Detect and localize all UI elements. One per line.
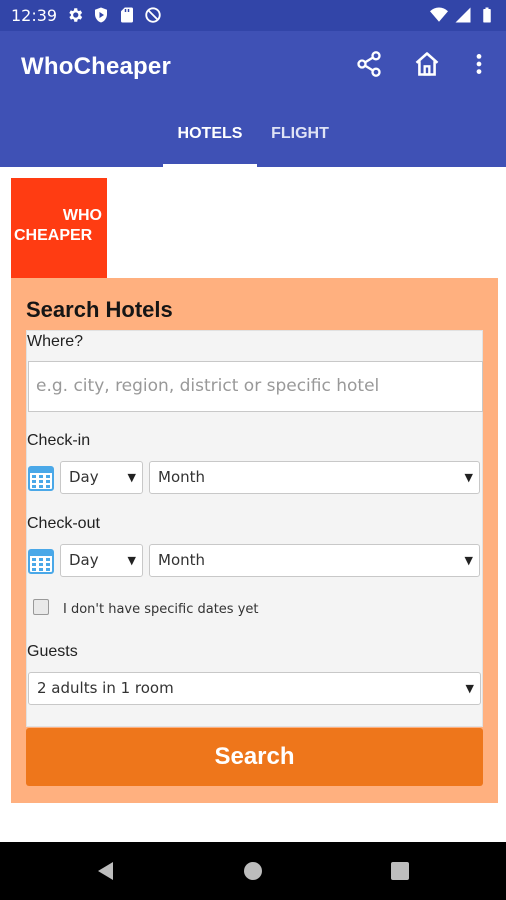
whocheaper-logo: WHO CHEAPER bbox=[11, 178, 107, 278]
battery-icon bbox=[483, 7, 491, 23]
signal-icon bbox=[455, 7, 471, 23]
search-form: Where? e.g. city, region, district or sp… bbox=[26, 330, 483, 727]
calendar-icon[interactable] bbox=[28, 546, 54, 574]
no-dates-label: I don't have specific dates yet bbox=[63, 602, 259, 617]
app-bar: WhoCheaper HOTELS FLIGHT bbox=[0, 31, 506, 167]
logo-line-2: CHEAPER bbox=[14, 227, 93, 244]
back-icon[interactable] bbox=[96, 861, 116, 881]
tab-flight[interactable]: FLIGHT bbox=[263, 119, 337, 167]
home-icon[interactable] bbox=[413, 50, 441, 78]
gear-icon bbox=[69, 8, 83, 22]
play-protect-icon bbox=[95, 7, 107, 23]
checkin-day-value: Day bbox=[69, 468, 99, 486]
wifi-icon bbox=[430, 7, 448, 22]
status-time: 12:39 bbox=[11, 6, 58, 25]
no-disturb-icon bbox=[145, 7, 161, 23]
checkin-month-select[interactable]: Month ▼ bbox=[149, 461, 480, 494]
system-nav-bar bbox=[0, 842, 506, 900]
where-label: Where? bbox=[27, 333, 84, 350]
dropdown-arrow-icon: ▼ bbox=[464, 554, 473, 567]
home-circle-icon[interactable] bbox=[243, 861, 263, 881]
status-bar: 12:39 bbox=[0, 0, 506, 31]
more-vert-icon[interactable] bbox=[466, 50, 492, 78]
share-icon[interactable] bbox=[355, 50, 383, 78]
guests-value: 2 adults in 1 room bbox=[37, 679, 174, 697]
dropdown-arrow-icon: ▼ bbox=[465, 682, 474, 695]
tab-bar: HOTELS FLIGHT bbox=[0, 119, 506, 167]
checkin-day-select[interactable]: Day ▼ bbox=[60, 461, 143, 494]
no-dates-checkbox[interactable] bbox=[33, 599, 49, 615]
search-button[interactable]: Search bbox=[26, 728, 483, 786]
checkin-month-value: Month bbox=[158, 468, 206, 486]
sd-card-icon bbox=[121, 7, 133, 23]
dropdown-arrow-icon: ▼ bbox=[464, 471, 473, 484]
dropdown-arrow-icon: ▼ bbox=[127, 471, 136, 484]
tab-hotels[interactable]: HOTELS bbox=[163, 119, 257, 167]
guests-label: Guests bbox=[27, 643, 78, 660]
checkout-month-select[interactable]: Month ▼ bbox=[149, 544, 480, 577]
checkout-day-select[interactable]: Day ▼ bbox=[60, 544, 143, 577]
recents-icon[interactable] bbox=[390, 861, 410, 881]
guests-select[interactable]: 2 adults in 1 room ▼ bbox=[28, 672, 481, 705]
checkout-label: Check-out bbox=[27, 515, 100, 532]
search-hotels-panel: Search Hotels Where? e.g. city, region, … bbox=[11, 278, 498, 803]
logo-line-1: WHO bbox=[62, 207, 102, 224]
where-input[interactable]: e.g. city, region, district or specific … bbox=[28, 361, 483, 412]
calendar-icon[interactable] bbox=[28, 463, 54, 491]
dropdown-arrow-icon: ▼ bbox=[127, 554, 136, 567]
checkout-day-value: Day bbox=[69, 551, 99, 569]
checkout-month-value: Month bbox=[158, 551, 206, 569]
app-title: WhoCheaper bbox=[21, 53, 172, 80]
checkin-label: Check-in bbox=[27, 432, 91, 449]
panel-title: Search Hotels bbox=[26, 297, 173, 322]
